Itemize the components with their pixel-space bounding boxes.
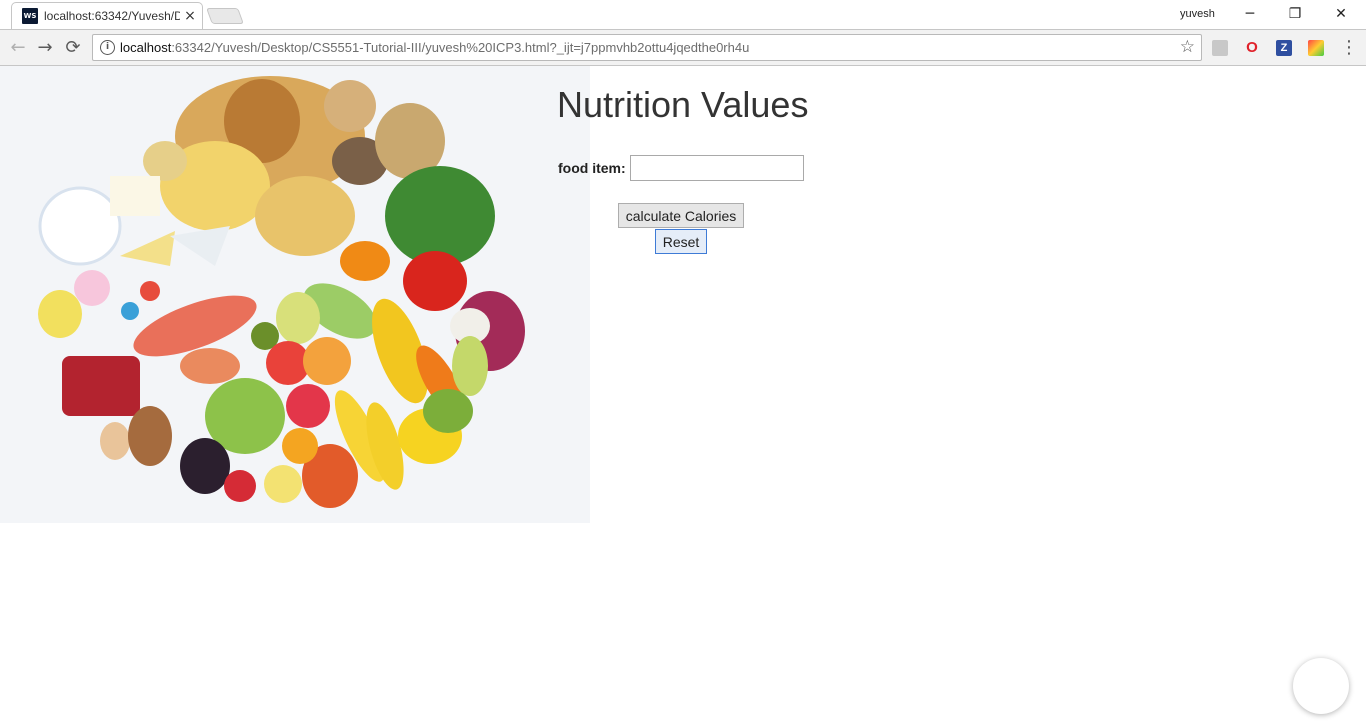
pdf-extension-icon[interactable]	[1212, 40, 1228, 56]
floating-action-button[interactable]	[1293, 658, 1349, 714]
opera-extension-icon[interactable]: O	[1244, 40, 1260, 56]
restore-icon[interactable]: ❐	[1272, 0, 1318, 28]
webstorm-favicon-icon: WS	[22, 8, 38, 24]
title-bar: WS localhost:63342/Yuvesh/D × yuvesh ─ ❐…	[0, 0, 1366, 29]
reload-icon[interactable]: ⟳	[61, 36, 85, 60]
z-extension-icon[interactable]: Z	[1276, 40, 1292, 56]
window-close-icon[interactable]: ✕	[1318, 0, 1364, 28]
address-bar[interactable]: i localhost:63342/Yuvesh/Desktop/CS5551-…	[92, 34, 1202, 61]
browser-tab[interactable]: WS localhost:63342/Yuvesh/D ×	[11, 2, 203, 29]
url-path: :63342/Yuvesh/Desktop/CS5551-Tutorial-II…	[171, 40, 750, 55]
calculate-calories-button[interactable]: calculate Calories	[618, 203, 744, 228]
new-tab-button[interactable]	[206, 8, 244, 24]
tab-close-icon[interactable]: ×	[183, 7, 197, 25]
chrome-menu-icon[interactable]: ⋮	[1340, 37, 1358, 58]
back-icon[interactable]: ←	[6, 36, 30, 60]
bookmark-star-icon[interactable]: ☆	[1180, 37, 1195, 57]
forward-icon[interactable]: →	[33, 36, 57, 60]
food-item-input[interactable]	[630, 155, 804, 181]
colorful-extension-icon[interactable]	[1308, 40, 1324, 56]
food-illustration	[0, 66, 590, 523]
food-item-label: food item:	[558, 160, 626, 176]
browser-toolbar: ← → ⟳ i localhost:63342/Yuvesh/Desktop/C…	[0, 29, 1366, 66]
info-icon[interactable]: i	[100, 40, 115, 55]
tab-title: localhost:63342/Yuvesh/D	[44, 9, 180, 23]
url-host: localhost	[120, 40, 172, 55]
reset-button[interactable]: Reset	[655, 229, 707, 254]
food-image	[0, 66, 590, 523]
minimize-icon[interactable]: ─	[1227, 0, 1273, 28]
page-title: Nutrition Values	[557, 84, 809, 125]
url-text[interactable]: localhost:63342/Yuvesh/Desktop/CS5551-Tu…	[120, 40, 749, 55]
profile-name[interactable]: yuvesh	[1180, 8, 1215, 20]
